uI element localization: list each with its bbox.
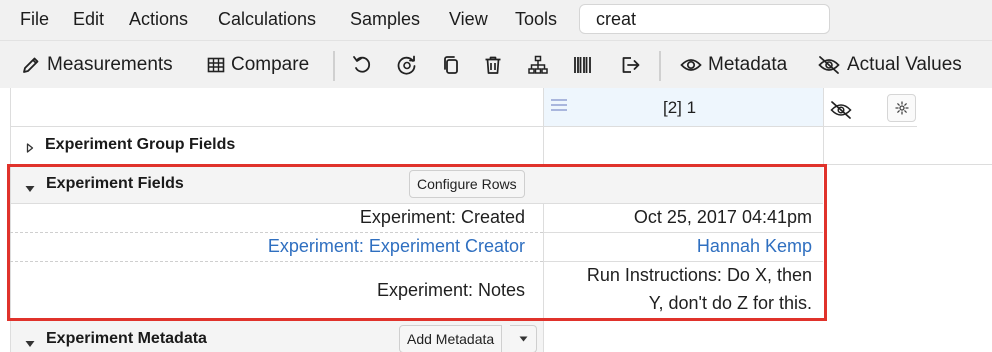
collapse-arrow-icon[interactable] — [25, 335, 35, 352]
actual-values-button[interactable]: Actual Values — [817, 52, 962, 78]
eye-slash-icon — [818, 56, 840, 74]
table-icon — [207, 57, 225, 73]
actual-values-label: Actual Values — [847, 54, 962, 75]
hierarchy-icon[interactable] — [526, 53, 550, 77]
toolbar: Measurements Compare Metadata Actual Val… — [0, 40, 992, 88]
add-metadata-dropdown[interactable] — [510, 325, 537, 352]
add-metadata-button[interactable]: Add Metadata — [399, 325, 503, 352]
measurements-button[interactable]: Measurements — [21, 52, 173, 78]
toolbar-divider — [659, 51, 661, 81]
refresh-icon[interactable] — [395, 53, 419, 77]
metadata-label: Metadata — [708, 54, 788, 75]
menu-view[interactable]: View — [449, 8, 488, 30]
menu-actions[interactable]: Actions — [129, 8, 188, 30]
export-icon[interactable] — [618, 53, 642, 77]
grid-row-divider — [10, 126, 917, 127]
gear-icon — [894, 101, 909, 115]
menu-file[interactable]: File — [20, 8, 49, 30]
metadata-button[interactable]: Metadata — [680, 52, 787, 78]
highlight-box — [7, 164, 827, 321]
barcode-icon[interactable] — [571, 53, 595, 77]
menu-samples[interactable]: Samples — [350, 8, 420, 30]
trash-icon[interactable] — [481, 53, 505, 77]
pencil-icon — [23, 57, 39, 73]
group-experiment-metadata[interactable]: Experiment Metadata — [46, 330, 207, 348]
group-experiment-group-fields[interactable]: Experiment Group Fields — [45, 136, 235, 154]
hide-column-icon[interactable] — [830, 100, 852, 125]
menu-bar: File Edit Actions Calculations Samples V… — [0, 0, 992, 40]
drag-handle-icon[interactable] — [550, 98, 568, 117]
sample-column-title: [2] 1 — [663, 98, 697, 117]
compare-label: Compare — [231, 54, 310, 75]
eye-icon — [680, 59, 702, 71]
undo-icon[interactable] — [350, 53, 374, 77]
chevron-down-icon — [519, 336, 527, 342]
copy-icon[interactable] — [439, 53, 463, 77]
column-settings-button[interactable] — [887, 94, 916, 122]
compare-button[interactable]: Compare — [207, 52, 309, 78]
expand-arrow-icon[interactable] — [26, 140, 34, 158]
menu-tools[interactable]: Tools — [515, 8, 557, 30]
search-input[interactable]: creat — [579, 4, 830, 34]
measurements-label: Measurements — [47, 54, 173, 75]
menu-calculations[interactable]: Calculations — [218, 8, 316, 30]
toolbar-divider — [333, 51, 335, 81]
menu-edit[interactable]: Edit — [73, 8, 104, 30]
